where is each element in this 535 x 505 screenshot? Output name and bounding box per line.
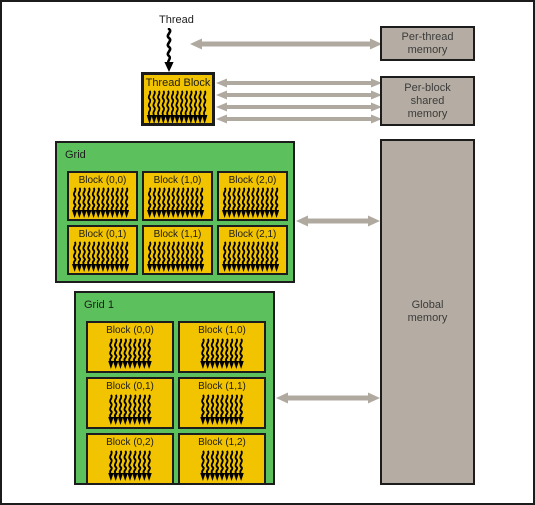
block-threads-icon (144, 187, 211, 220)
block-threads-icon (69, 187, 136, 220)
per-thread-memory-line-1: Per-thread (402, 31, 454, 44)
grid-0-block-0-0: Block (0,0) (67, 171, 138, 221)
block-threads-icon (88, 338, 172, 371)
grid-0-block-1-0: Block (1,0) (142, 171, 213, 221)
thread-block-threads-icon (144, 90, 212, 126)
grid-0-block-0-1: Block (0,1) (67, 225, 138, 275)
block-threads-icon (219, 241, 286, 274)
grid-1-block-0-0: Block (0,0) (86, 321, 174, 373)
grid-1-block-0-2: Block (0,2) (86, 433, 174, 485)
block-threads-icon (88, 450, 172, 483)
global-memory-line-2: memory (408, 312, 448, 325)
block-label: Block (1,0) (180, 325, 264, 336)
arrow-grid-0-to-global-memory (296, 213, 380, 229)
per-block-shared-memory-box: Per-block shared memory (380, 76, 475, 126)
diagram-canvas: Thread Per-thread memory Thread Block (0, 0, 535, 505)
block-threads-icon (69, 241, 136, 274)
grid-0-block-1-1: Block (1,1) (142, 225, 213, 275)
per-thread-memory-box: Per-thread memory (380, 26, 475, 61)
grid-1-block-1-1: Block (1,1) (178, 377, 266, 429)
block-threads-icon (144, 241, 211, 274)
block-label: Block (1,1) (144, 229, 211, 240)
grid-0-container: Grid Block (0,0) (55, 141, 295, 283)
block-label: Block (2,1) (219, 229, 286, 240)
grid-0-block-2-1: Block (2,1) (217, 225, 288, 275)
per-thread-memory-line-2: memory (402, 44, 454, 57)
per-block-shared-memory-line-2: shared (404, 95, 450, 108)
block-label: Block (1,2) (180, 437, 264, 448)
block-label: Block (0,1) (69, 229, 136, 240)
grid-0-label: Grid (65, 149, 86, 161)
block-label: Block (0,1) (88, 381, 172, 392)
global-memory-box: Global memory (380, 139, 475, 485)
block-threads-icon (180, 338, 264, 371)
grid-1-label: Grid 1 (84, 299, 114, 311)
block-threads-icon (180, 394, 264, 427)
arrow-thread-to-per-thread-memory (190, 36, 382, 52)
thread-block-label: Thread Block (144, 77, 212, 89)
block-threads-icon (180, 450, 264, 483)
thread-label: Thread (159, 14, 194, 26)
per-block-shared-memory-line-1: Per-block (404, 82, 450, 95)
global-memory-line-1: Global (408, 299, 448, 312)
grid-1-block-1-2: Block (1,2) (178, 433, 266, 485)
grid-1-block-1-0: Block (1,0) (178, 321, 266, 373)
arrow-grid-1-to-global-memory (276, 390, 380, 406)
grid-0-block-2-0: Block (2,0) (217, 171, 288, 221)
block-label: Block (2,0) (219, 175, 286, 186)
per-block-shared-memory-line-3: memory (404, 108, 450, 121)
thread-block-box: Thread Block (141, 72, 215, 126)
thread-squiggle-icon (160, 28, 184, 74)
grid-1-container: Grid 1 Block (0,0) (74, 291, 275, 485)
block-label: Block (0,0) (69, 175, 136, 186)
block-label: Block (1,0) (144, 175, 211, 186)
grid-1-block-0-1: Block (0,1) (86, 377, 174, 429)
block-threads-icon (88, 394, 172, 427)
block-label: Block (0,0) (88, 325, 172, 336)
arrows-thread-block-to-shared-memory (216, 78, 382, 126)
block-label: Block (0,2) (88, 437, 172, 448)
block-label: Block (1,1) (180, 381, 264, 392)
block-threads-icon (219, 187, 286, 220)
